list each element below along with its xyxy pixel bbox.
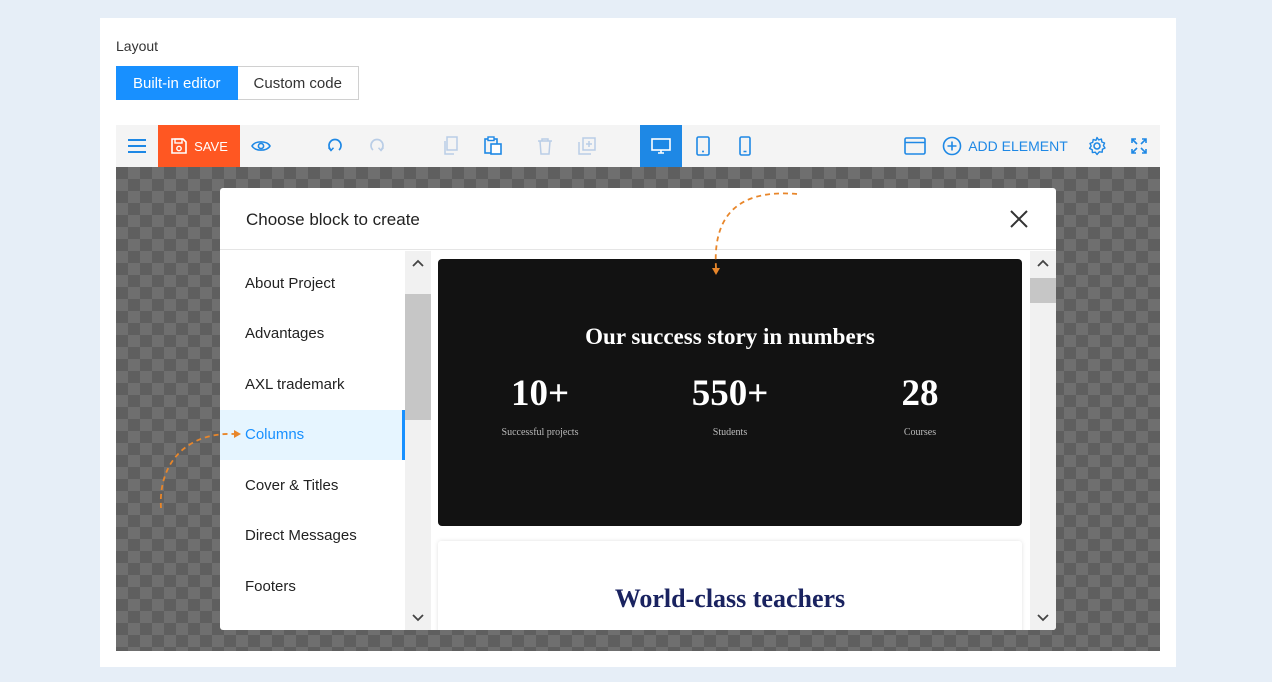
gear-icon[interactable] xyxy=(1076,125,1118,167)
copy-icon[interactable] xyxy=(430,125,472,167)
category-footers[interactable]: Footers xyxy=(220,561,405,612)
layout-card: Layout Built-in editor Custom code SAVE xyxy=(100,18,1176,667)
preview-scrollbar[interactable] xyxy=(1030,251,1056,630)
modal-header: Choose block to create xyxy=(220,188,1056,250)
scroll-down-arrow-icon[interactable] xyxy=(1030,606,1056,630)
duplicate-icon[interactable] xyxy=(566,125,608,167)
category-direct-messages[interactable]: Direct Messages xyxy=(220,511,405,562)
scroll-down-arrow-icon[interactable] xyxy=(405,606,431,630)
numbers-block-preview[interactable]: Our success story in numbers 10+ Success… xyxy=(438,259,1022,526)
eye-icon[interactable] xyxy=(240,125,282,167)
undo-icon[interactable] xyxy=(314,125,356,167)
block-category-list: About Project Advantages AXL trademark C… xyxy=(220,251,405,630)
floppy-disk-icon xyxy=(170,137,188,155)
modal-title: Choose block to create xyxy=(246,210,420,229)
browser-window-icon[interactable] xyxy=(894,125,936,167)
desktop-view-icon[interactable] xyxy=(640,125,682,167)
stat-value: 550+ xyxy=(691,373,769,414)
editor-toolbar: SAVE ADD ELEMENT xyxy=(116,125,1160,167)
block-preview-list: Our success story in numbers 10+ Success… xyxy=(431,251,1030,630)
teachers-block-title: World-class teachers xyxy=(614,584,846,613)
add-element-label: ADD ELEMENT xyxy=(968,138,1068,154)
editor-canvas: Choose block to create About Project Adv… xyxy=(116,167,1160,651)
scroll-up-arrow-icon[interactable] xyxy=(1030,251,1056,275)
save-label: SAVE xyxy=(194,138,228,154)
menu-icon[interactable] xyxy=(116,125,158,167)
close-icon[interactable] xyxy=(1008,208,1030,230)
stat-courses: 28 Courses xyxy=(820,371,1020,438)
save-button[interactable]: SAVE xyxy=(158,125,240,167)
teachers-block-preview[interactable]: World-class teachers xyxy=(438,541,1022,630)
category-columns[interactable]: Columns xyxy=(220,409,405,460)
choose-block-modal: Choose block to create About Project Adv… xyxy=(220,188,1056,630)
stat-value: 28 xyxy=(901,373,939,414)
category-about-project[interactable]: About Project xyxy=(220,258,405,309)
trash-icon[interactable] xyxy=(524,125,566,167)
stat-label: Successful projects xyxy=(501,427,579,438)
stat-label: Courses xyxy=(903,427,937,438)
category-axl-trademark[interactable]: AXL trademark xyxy=(220,359,405,410)
plus-circle-icon xyxy=(942,136,962,156)
redo-icon[interactable] xyxy=(356,125,398,167)
scrollbar-thumb[interactable] xyxy=(1030,278,1056,303)
add-element-button[interactable]: ADD ELEMENT xyxy=(942,125,1068,167)
custom-code-tab[interactable]: Custom code xyxy=(237,66,359,100)
scroll-up-arrow-icon[interactable] xyxy=(405,251,431,275)
paste-icon[interactable] xyxy=(472,125,514,167)
mobile-view-icon[interactable] xyxy=(724,125,766,167)
stat-label: Students xyxy=(712,427,748,438)
stat-projects: 10+ Successful projects xyxy=(440,371,640,438)
stat-value: 10+ xyxy=(510,373,570,414)
fullscreen-icon[interactable] xyxy=(1118,125,1160,167)
scrollbar-thumb[interactable] xyxy=(405,294,431,420)
numbers-block-title: Our success story in numbers xyxy=(585,324,875,349)
category-cover-titles[interactable]: Cover & Titles xyxy=(220,460,405,511)
built-in-editor-tab[interactable]: Built-in editor xyxy=(116,66,238,100)
stat-students: 550+ Students xyxy=(630,371,830,438)
tablet-view-icon[interactable] xyxy=(682,125,724,167)
category-scrollbar[interactable] xyxy=(405,251,431,630)
layout-label: Layout xyxy=(116,38,159,54)
editor-mode-switch: Built-in editor Custom code xyxy=(116,66,359,100)
category-advantages[interactable]: Advantages xyxy=(220,309,405,360)
